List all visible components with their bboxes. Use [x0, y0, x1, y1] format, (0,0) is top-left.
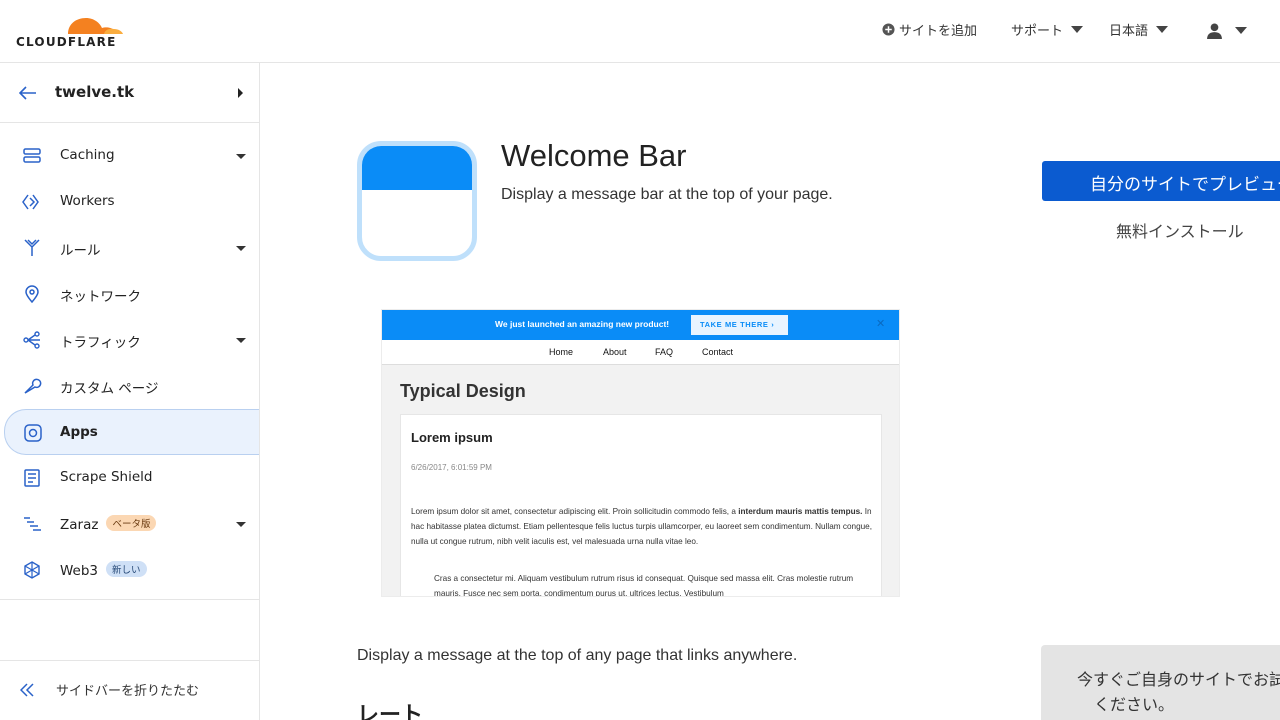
traffic-icon: [23, 331, 40, 349]
preview-nav-faq: FAQ: [655, 347, 674, 357]
chevron-right-icon[interactable]: [237, 88, 245, 98]
preview-text: Lorem ipsum dolor sit amet, consectetur …: [411, 507, 739, 516]
collapse-sidebar-label: サイドバーを折りたたむ: [56, 684, 200, 699]
app-icon-bar: [362, 146, 472, 190]
sidebar-divider: [0, 660, 259, 661]
plus-circle-icon: [882, 23, 895, 36]
preview-message-text: We just launched an amazing new product!: [495, 319, 670, 329]
app-long-description: Display a message at the top of any page…: [357, 647, 798, 664]
preview-cta-button: TAKE ME THERE ›: [691, 315, 788, 335]
top-header: CLOUDFLARE サイトを追加 サポート 日本語: [0, 0, 1280, 63]
sidebar-item-traffic[interactable]: トラフィック: [0, 317, 259, 363]
user-icon: [1207, 23, 1222, 39]
zaraz-icon: [24, 517, 41, 531]
chevron-down-icon: [1235, 27, 1247, 34]
chevron-down-icon: [1156, 26, 1169, 33]
preview-card: Lorem ipsum 6/26/2017, 6:01:59 PM Lorem …: [400, 414, 882, 597]
preview-navbar: Home About FAQ Contact: [382, 340, 899, 365]
preview-card-quote: Cras a consectetur mi. Aliquam vestibulu…: [434, 574, 854, 597]
chevron-right-icon: ›: [771, 320, 775, 329]
preview-card-title: Lorem ipsum: [411, 430, 493, 445]
support-menu[interactable]: サポート: [1011, 20, 1084, 39]
sidebar-item-label: Caching: [60, 147, 115, 163]
language-menu[interactable]: 日本語: [1109, 20, 1169, 39]
preview-nav-contact: Contact: [702, 347, 734, 357]
sidebar-item-custom-pages[interactable]: カスタム ページ: [0, 363, 259, 409]
preview-cta-label: TAKE ME THERE: [700, 320, 769, 329]
document-icon: [24, 469, 40, 487]
zaraz-label: Zaraz: [60, 517, 99, 533]
preview-heading: Typical Design: [400, 381, 526, 401]
web3-label: Web3: [60, 563, 99, 579]
chevron-down-icon: [236, 338, 246, 343]
sidebar-item-label: トラフィック: [60, 335, 141, 351]
language-label: 日本語: [1109, 24, 1149, 39]
back-arrow-icon[interactable]: [19, 86, 37, 100]
preview-card-paragraph: Lorem ipsum dolor sit amet, consectetur …: [411, 504, 876, 549]
sidebar-item-workers[interactable]: Workers: [0, 179, 259, 225]
apps-icon: [24, 424, 42, 442]
sidebar-item-label: Scrape Shield: [60, 469, 153, 485]
sidebar-item-zaraz[interactable]: Zaraz ベータ版: [0, 501, 259, 547]
app-preview-screenshot: We just launched an amazing new product!…: [381, 309, 900, 597]
sidebar-nav: Caching Workers ルール ネットワーク トラフィック カスタム ペ…: [0, 133, 259, 593]
close-icon: ✕: [876, 317, 886, 330]
sidebar-item-label: Workers: [60, 193, 115, 209]
try-on-site-text: 今すぐご自身のサイトでお試し ください。: [1069, 667, 1280, 717]
sidebar-item-caching[interactable]: Caching: [0, 133, 259, 179]
chevron-down-icon: [236, 522, 246, 527]
preview-nav-about: About: [603, 347, 627, 357]
sidebar-divider: [0, 599, 259, 600]
sidebar-item-network[interactable]: ネットワーク: [0, 271, 259, 317]
try-text-line-2: ください。: [1093, 695, 1174, 714]
user-menu[interactable]: [1206, 22, 1247, 39]
sidebar-item-web3[interactable]: Web3 新しい: [0, 547, 259, 593]
welcome-bar-app-icon: [357, 141, 477, 261]
workers-icon: [22, 194, 39, 210]
sidebar-item-scrape-shield[interactable]: Scrape Shield: [0, 455, 259, 501]
chevron-down-icon: [236, 154, 246, 159]
sidebar-item-rules[interactable]: ルール: [0, 225, 259, 271]
sidebar: twelve.tk Caching Workers ルール ネットワーク トラフ…: [0, 63, 260, 720]
new-badge: 新しい: [106, 561, 147, 577]
try-text-line-1: 今すぐご自身のサイトでお試し: [1076, 670, 1280, 689]
sidebar-item-label: Web3 新しい: [60, 561, 147, 579]
add-site-label: サイトを追加: [899, 24, 978, 39]
sidebar-item-label: ネットワーク: [60, 289, 141, 305]
sidebar-item-label: Zaraz ベータ版: [60, 515, 157, 533]
sidebar-item-label: Apps: [60, 424, 98, 440]
app-subtitle: Display a message bar at the top of your…: [501, 186, 833, 203]
beta-badge: ベータ版: [106, 515, 157, 531]
site-selector[interactable]: twelve.tk: [0, 63, 259, 123]
rate-heading: レート: [357, 703, 424, 720]
cloudflare-logo[interactable]: CLOUDFLARE: [16, 10, 126, 50]
preview-card-date: 6/26/2017, 6:01:59 PM: [411, 463, 492, 472]
sidebar-item-apps[interactable]: Apps: [4, 409, 259, 455]
preview-bold-text: interdum mauris mattis tempus.: [738, 507, 863, 516]
logo-wordmark: CLOUDFLARE: [16, 35, 117, 49]
free-install-label: 無料インストール: [1116, 222, 1244, 241]
server-icon: [23, 148, 41, 163]
app-title: Welcome Bar: [501, 138, 687, 173]
wrench-icon: [24, 378, 42, 394]
support-label: サポート: [1011, 24, 1064, 39]
sidebar-item-label: カスタム ページ: [60, 381, 159, 397]
site-name: twelve.tk: [55, 83, 135, 101]
cloud-icon: [68, 18, 123, 34]
rules-icon: [24, 239, 40, 256]
sidebar-item-label: ルール: [60, 243, 101, 259]
chevron-down-icon: [1071, 26, 1084, 33]
double-chevron-left-icon: [20, 682, 34, 697]
web3-icon: [24, 561, 40, 579]
location-pin-icon: [25, 285, 39, 304]
preview-on-site-button[interactable]: 自分のサイトでプレビュー: [1042, 161, 1280, 201]
add-site-link[interactable]: サイトを追加: [882, 20, 977, 39]
try-on-site-box: 今すぐご自身のサイトでお試し ください。: [1041, 645, 1280, 720]
chevron-down-icon: [236, 246, 246, 251]
collapse-sidebar-button[interactable]: サイドバーを折りたたむ: [20, 680, 199, 699]
preview-nav-home: Home: [549, 347, 574, 357]
